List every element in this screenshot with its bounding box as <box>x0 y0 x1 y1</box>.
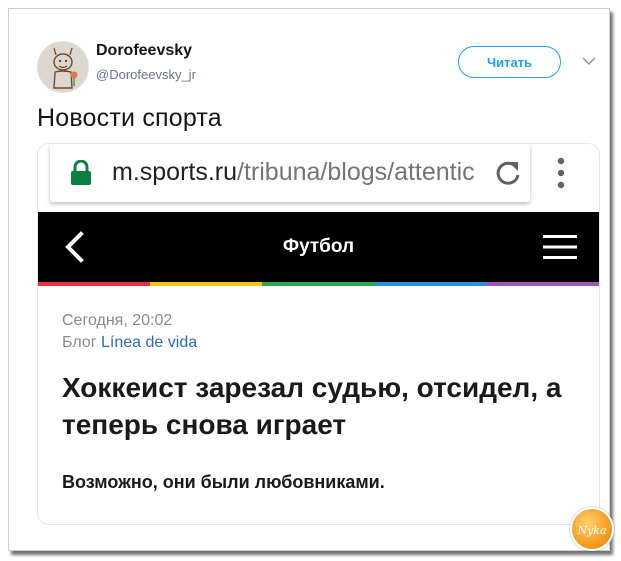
url-text[interactable]: m.sports.ru/tribuna/blogs/attentic <box>112 158 482 187</box>
more-vert-icon[interactable] <box>556 156 566 190</box>
stripe-segment <box>374 282 487 286</box>
color-stripe <box>38 282 599 286</box>
screenshot-card[interactable]: m.sports.ru/tribuna/blogs/attentic Футбо… <box>37 143 600 525</box>
stripe-segment <box>150 282 263 286</box>
avatar[interactable] <box>37 41 89 93</box>
watermark-logo-icon: Nyka <box>576 524 606 537</box>
browser-url-bar[interactable]: m.sports.ru/tribuna/blogs/attentic <box>50 144 530 202</box>
article-subline: Возможно, они были любовниками. <box>62 472 385 492</box>
nav-title: Футбол <box>282 236 355 257</box>
avatar-drawing-icon <box>38 42 88 92</box>
tweet-text: Новости спорта <box>37 104 222 132</box>
article-blog: Блог Línea de vida <box>62 334 197 352</box>
article-headline[interactable]: Хоккеист зарезал судью, отсидел, а тепер… <box>62 369 582 443</box>
site-navbar: Футбол <box>38 212 599 282</box>
watermark-text: Nyka <box>576 524 606 537</box>
url-host: m.sports.ru <box>112 158 238 186</box>
blog-prefix: Блог <box>62 334 97 351</box>
url-path: /tribuna/blogs/attentic <box>237 158 475 186</box>
lock-icon <box>71 160 91 185</box>
author-name[interactable]: Dorofeevsky <box>96 42 192 60</box>
stripe-segment <box>262 282 375 286</box>
tweet-frame: Dorofeevsky @Dorofeevsky_jr Читать Новос… <box>8 8 614 551</box>
watermark-logo: Nyka <box>570 507 614 551</box>
stripe-segment <box>38 282 151 286</box>
hamburger-menu-icon[interactable] <box>543 234 577 260</box>
stripe-segment <box>486 282 599 286</box>
blog-link[interactable]: Línea de vida <box>101 334 197 351</box>
reload-icon[interactable] <box>494 159 522 187</box>
author-handle[interactable]: @Dorofeevsky_jr <box>96 67 196 82</box>
article-date: Сегодня, 20:02 <box>62 312 173 329</box>
follow-button[interactable]: Читать <box>458 46 561 78</box>
chevron-down-icon[interactable] <box>581 55 597 67</box>
